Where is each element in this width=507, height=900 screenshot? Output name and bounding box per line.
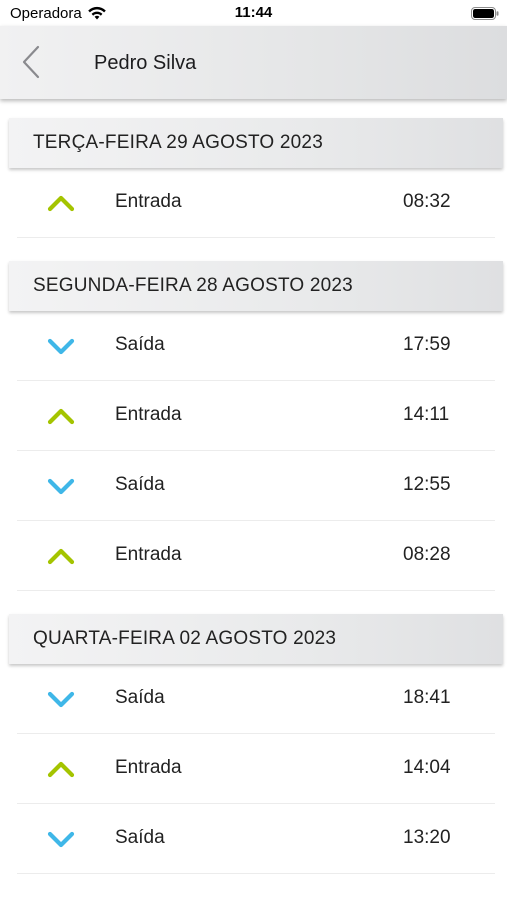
chevron-left-icon[interactable] [18,44,44,80]
chevron-up-icon [47,548,75,565]
section-header: QUARTA-FEIRA 02 AGOSTO 2023 [9,614,503,664]
chevron-down-icon [47,338,75,355]
entry-label: Saída [115,687,165,708]
section-date: QUARTA-FEIRA 02 AGOSTO 2023 [33,628,337,649]
entry-time: 14:11 [403,404,450,425]
list-item[interactable]: Entrada 14:11 [17,381,495,451]
entry-label: Entrada [115,191,182,212]
list-item[interactable]: Saída 17:59 [17,311,495,381]
chevron-down-icon [47,691,75,708]
page-title: Pedro Silva [94,52,197,74]
chevron-up-icon [47,408,75,425]
section-header: SEGUNDA-FEIRA 28 AGOSTO 2023 [9,261,503,311]
chevron-down-icon [47,478,75,495]
entry-time: 18:41 [403,687,451,708]
battery-icon [471,7,499,20]
chevron-down-icon [47,831,75,848]
list-item[interactable]: Entrada 08:28 [17,521,495,591]
list-item[interactable]: Saída 13:20 [17,804,495,874]
attendance-list: TERÇA-FEIRA 29 AGOSTO 2023 Entrada 08:32… [0,118,507,874]
status-clock: 11:44 [234,4,273,21]
entry-time: 12:55 [403,474,451,495]
entry-label: Saída [115,474,165,495]
entry-time: 14:04 [403,757,451,778]
entry-label: Entrada [115,404,182,425]
entry-label: Entrada [115,757,182,778]
entry-time: 17:59 [403,334,451,355]
chevron-up-icon [47,761,75,778]
section-header: TERÇA-FEIRA 29 AGOSTO 2023 [9,118,503,168]
list-item[interactable]: Entrada 08:32 [17,168,495,238]
list-item[interactable]: Saída 12:55 [17,451,495,521]
list-item[interactable]: Saída 18:41 [17,664,495,734]
list-item[interactable]: Entrada 14:04 [17,734,495,804]
status-bar: Operadora 11:44 [0,0,507,26]
section-date: TERÇA-FEIRA 29 AGOSTO 2023 [33,132,323,153]
entry-label: Saída [115,334,165,355]
entry-time: 13:20 [403,827,451,848]
entry-time: 08:32 [403,191,451,212]
nav-bar: Pedro Silva [0,26,507,99]
entry-label: Saída [115,827,165,848]
entry-time: 08:28 [403,544,451,565]
section-date: SEGUNDA-FEIRA 28 AGOSTO 2023 [33,275,353,296]
entry-label: Entrada [115,544,182,565]
chevron-up-icon [47,195,75,212]
